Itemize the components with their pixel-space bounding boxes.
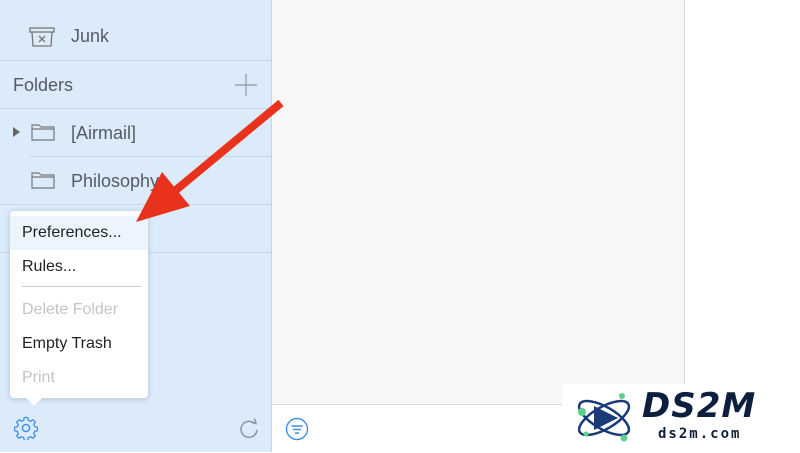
watermark-logo: DS2M ds2m.com bbox=[562, 384, 800, 452]
watermark-subtitle: ds2m.com bbox=[658, 426, 742, 442]
watermark-title: DS2M bbox=[642, 386, 757, 426]
logo-icon bbox=[577, 393, 631, 442]
